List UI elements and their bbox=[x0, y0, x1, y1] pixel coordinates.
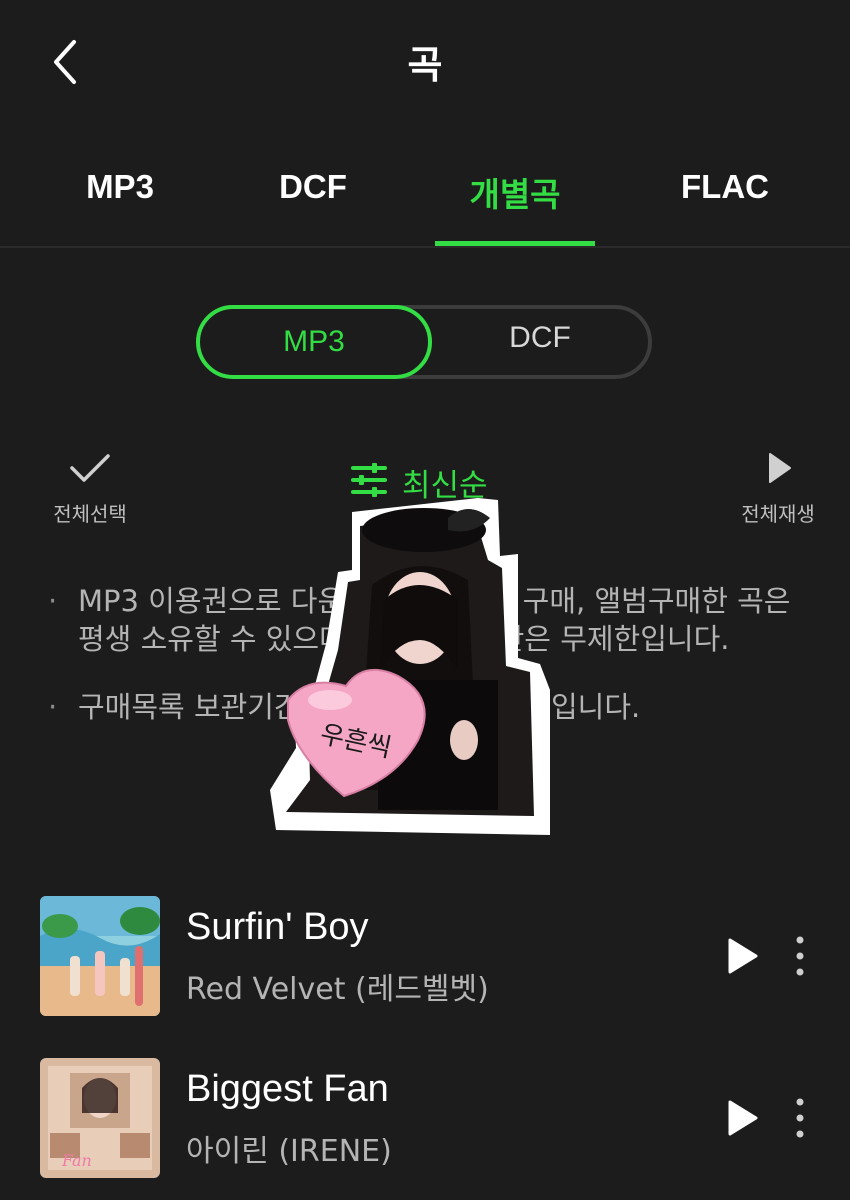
tab-individual-songs[interactable]: 개별곡 bbox=[425, 168, 605, 216]
more-vertical-icon bbox=[796, 1098, 804, 1138]
select-all-label: 전체선택 bbox=[53, 502, 127, 526]
song-more-button[interactable] bbox=[792, 1096, 808, 1140]
svg-text:Fan: Fan bbox=[61, 1151, 92, 1170]
song-play-button[interactable] bbox=[722, 936, 762, 976]
song-more-button[interactable] bbox=[792, 934, 808, 978]
song-title: Biggest Fan bbox=[186, 1068, 389, 1110]
tab-mp3[interactable]: MP3 bbox=[30, 168, 210, 206]
tab-flac[interactable]: FLAC bbox=[635, 168, 815, 206]
bullet-icon: · bbox=[48, 584, 58, 618]
toggle-mp3[interactable]: MP3 bbox=[196, 305, 432, 379]
play-all-label: 전체재생 bbox=[741, 502, 815, 526]
album-cover bbox=[40, 896, 160, 1016]
tab-dcf[interactable]: DCF bbox=[223, 168, 403, 206]
bullet-icon: · bbox=[48, 690, 58, 724]
checkmark-icon bbox=[70, 454, 110, 482]
song-artist: 아이린 (IRENE) bbox=[186, 1134, 392, 1169]
format-tabs: MP3 DCF 개별곡 FLAC bbox=[0, 140, 850, 248]
toggle-dcf[interactable]: DCF bbox=[422, 305, 658, 379]
more-vertical-icon bbox=[796, 936, 804, 976]
format-toggle: MP3 DCF bbox=[196, 305, 652, 379]
song-row[interactable]: Fan Biggest Fan 아이린 (IRENE) bbox=[40, 1058, 820, 1180]
song-title: Surfin' Boy bbox=[186, 906, 369, 948]
app-header: 곡 bbox=[0, 0, 850, 125]
play-icon bbox=[728, 1100, 758, 1136]
active-tab-indicator bbox=[435, 241, 595, 246]
select-all-button[interactable]: 전체선택 bbox=[40, 448, 140, 527]
play-icon bbox=[769, 453, 791, 483]
play-all-button[interactable]: 전체재생 bbox=[728, 448, 828, 527]
song-artist: Red Velvet (레드벨벳) bbox=[186, 972, 489, 1007]
play-icon bbox=[728, 938, 758, 974]
page-title: 곡 bbox=[407, 43, 443, 87]
photo-sticker: 우흔씩 bbox=[268, 490, 556, 840]
song-play-button[interactable] bbox=[722, 1098, 762, 1138]
song-row[interactable]: Surfin' Boy Red Velvet (레드벨벳) bbox=[40, 896, 820, 1018]
album-cover: Fan bbox=[40, 1058, 160, 1178]
